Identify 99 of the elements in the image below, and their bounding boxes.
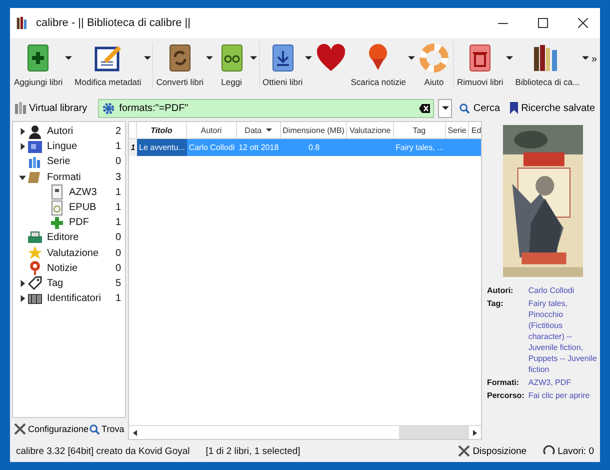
- expand-arrow-icon[interactable]: [18, 174, 26, 181]
- book-icon: [27, 169, 43, 186]
- search-icon: [459, 102, 470, 114]
- caret-icon: [442, 106, 449, 110]
- pin-icon: [27, 260, 43, 276]
- configure-button[interactable]: Configurazione: [14, 423, 89, 435]
- bookmark-icon: [510, 102, 518, 114]
- tree-item[interactable]: Serie: [47, 156, 116, 168]
- dropdown-caret-icon[interactable]: [506, 56, 513, 60]
- field-link[interactable]: Fairy tales, Pinocchio (Fictitious character) -- Juvenile fiction, Puppets -- Juvenile fiction: [528, 298, 598, 375]
- document-icon: [49, 184, 65, 200]
- document-icon: [49, 200, 65, 216]
- tree-item[interactable]: AZW3: [69, 186, 116, 198]
- toolbar-button[interactable]: Aggiungi libri: [12, 40, 65, 89]
- person-icon: [27, 124, 43, 140]
- scroll-left-icon[interactable]: [133, 430, 137, 436]
- spinner-icon: [542, 445, 555, 457]
- toolbar-button[interactable]: Aiuto: [416, 40, 452, 89]
- gear-icon[interactable]: [102, 102, 116, 114]
- item-count: 0: [115, 156, 122, 168]
- tree-item[interactable]: Notizie: [47, 262, 116, 274]
- field-link[interactable]: AZW3, PDF: [528, 377, 598, 388]
- table-cell[interactable]: Le avventu...: [137, 139, 187, 156]
- item-count: 1: [115, 186, 122, 198]
- field-label: Autori:: [487, 285, 514, 296]
- history-dropdown[interactable]: [438, 98, 452, 118]
- dropdown-caret-icon[interactable]: [582, 56, 590, 60]
- minimize-icon[interactable]: [498, 22, 508, 24]
- item-count: 1: [115, 202, 122, 214]
- table-row[interactable]: 1 Le avventu... Carlo Collodi 12 ott 2018 0.8 Fairy tales, ...: [129, 139, 481, 156]
- star-icon: [27, 245, 43, 262]
- field-link[interactable]: Carlo Collodi: [528, 285, 598, 296]
- search-field[interactable]: formats:"=PDF": [98, 98, 434, 118]
- field-label: Tag:: [487, 298, 504, 310]
- item-count: 2: [115, 126, 122, 138]
- heart-icon: [314, 42, 347, 74]
- saved-searches-button[interactable]: Ricerche salvate: [507, 100, 598, 116]
- tag-icon: [27, 275, 43, 292]
- item-count: 1: [115, 217, 122, 228]
- tools-icon: [458, 445, 470, 457]
- field-label: Formati:: [487, 377, 520, 388]
- row-number: 1: [129, 139, 137, 156]
- jobs-button[interactable]: Lavori: 0: [542, 445, 594, 457]
- item-count: 0: [115, 248, 122, 259]
- toolbar-button[interactable]: Ottieni libri: [260, 40, 305, 89]
- expand-arrow-icon[interactable]: [18, 143, 26, 150]
- tree-item[interactable]: Valutazione: [47, 248, 116, 259]
- tree-item[interactable]: PDF: [69, 217, 116, 228]
- virtual-library-button[interactable]: Virtual library: [12, 100, 90, 116]
- item-count: 3: [115, 172, 122, 183]
- item-count: 0: [115, 232, 122, 244]
- toolbar-button[interactable]: Rimuovi libri: [454, 40, 506, 89]
- lifebuoy-icon: [418, 42, 450, 74]
- close-icon[interactable]: [578, 18, 588, 28]
- tree-item[interactable]: Editore: [47, 232, 116, 244]
- printer-icon: [27, 230, 43, 246]
- plus-icon: [49, 214, 65, 231]
- item-count: 0: [115, 262, 122, 274]
- scroll-right-icon[interactable]: [473, 430, 477, 436]
- dropdown-caret-icon[interactable]: [408, 56, 416, 60]
- expand-arrow-icon[interactable]: [18, 128, 26, 136]
- tree-item[interactable]: EPUB: [69, 202, 116, 214]
- toolbar-button[interactable]: Converti libri: [154, 40, 206, 89]
- dropdown-caret-icon[interactable]: [250, 56, 258, 60]
- item-count: 1: [115, 141, 122, 152]
- dropdown-caret-icon[interactable]: [65, 56, 72, 60]
- overflow-button[interactable]: »: [591, 54, 600, 65]
- tree-item[interactable]: Formati: [47, 172, 116, 183]
- item-count: 5: [115, 278, 122, 289]
- dropdown-caret-icon[interactable]: [144, 56, 151, 60]
- dropdown-caret-icon[interactable]: [305, 56, 312, 60]
- tools-icon: [14, 423, 26, 435]
- item-count: 1: [115, 293, 122, 304]
- expand-arrow-icon[interactable]: [18, 280, 26, 287]
- field-link[interactable]: Fai clic per aprire: [528, 390, 598, 401]
- toolbar-button[interactable]: Biblioteca di ca...: [513, 40, 582, 89]
- flag-icon: [27, 138, 43, 155]
- layout-button[interactable]: Disposizione: [458, 445, 527, 457]
- window-title: calibre - || Biblioteca di calibre ||: [36, 17, 192, 29]
- search-button[interactable]: Cerca: [456, 100, 504, 116]
- field-label: Percorso:: [487, 390, 524, 401]
- tree-item[interactable]: Lingue: [47, 141, 116, 152]
- find-button[interactable]: Trova: [88, 424, 124, 434]
- tree-item[interactable]: Identificatori: [47, 293, 116, 304]
- tree-item[interactable]: Autori: [47, 126, 116, 138]
- clear-icon[interactable]: [419, 104, 430, 112]
- dropdown-caret-icon[interactable]: [206, 56, 214, 60]
- toolbar-button[interactable]: Modifica metadati: [72, 40, 144, 89]
- maximize-icon[interactable]: [538, 18, 548, 28]
- tree-item[interactable]: Tag: [47, 278, 116, 289]
- library-icon: [15, 102, 26, 114]
- toolbar-button[interactable]: Leggi: [214, 40, 250, 89]
- selection-count: [1 di 2 libri, 1 selected]: [206, 446, 300, 456]
- version-text: calibre 3.32 [64bit] creato da Kovid Goyal: [16, 446, 190, 456]
- toolbar-button[interactable]: Scarica notizie: [348, 40, 408, 89]
- search-icon: [88, 424, 100, 434]
- expand-arrow-icon[interactable]: [18, 295, 26, 302]
- scrollbar-thumb[interactable]: [399, 426, 469, 439]
- sort-arrow-icon[interactable]: [266, 128, 272, 132]
